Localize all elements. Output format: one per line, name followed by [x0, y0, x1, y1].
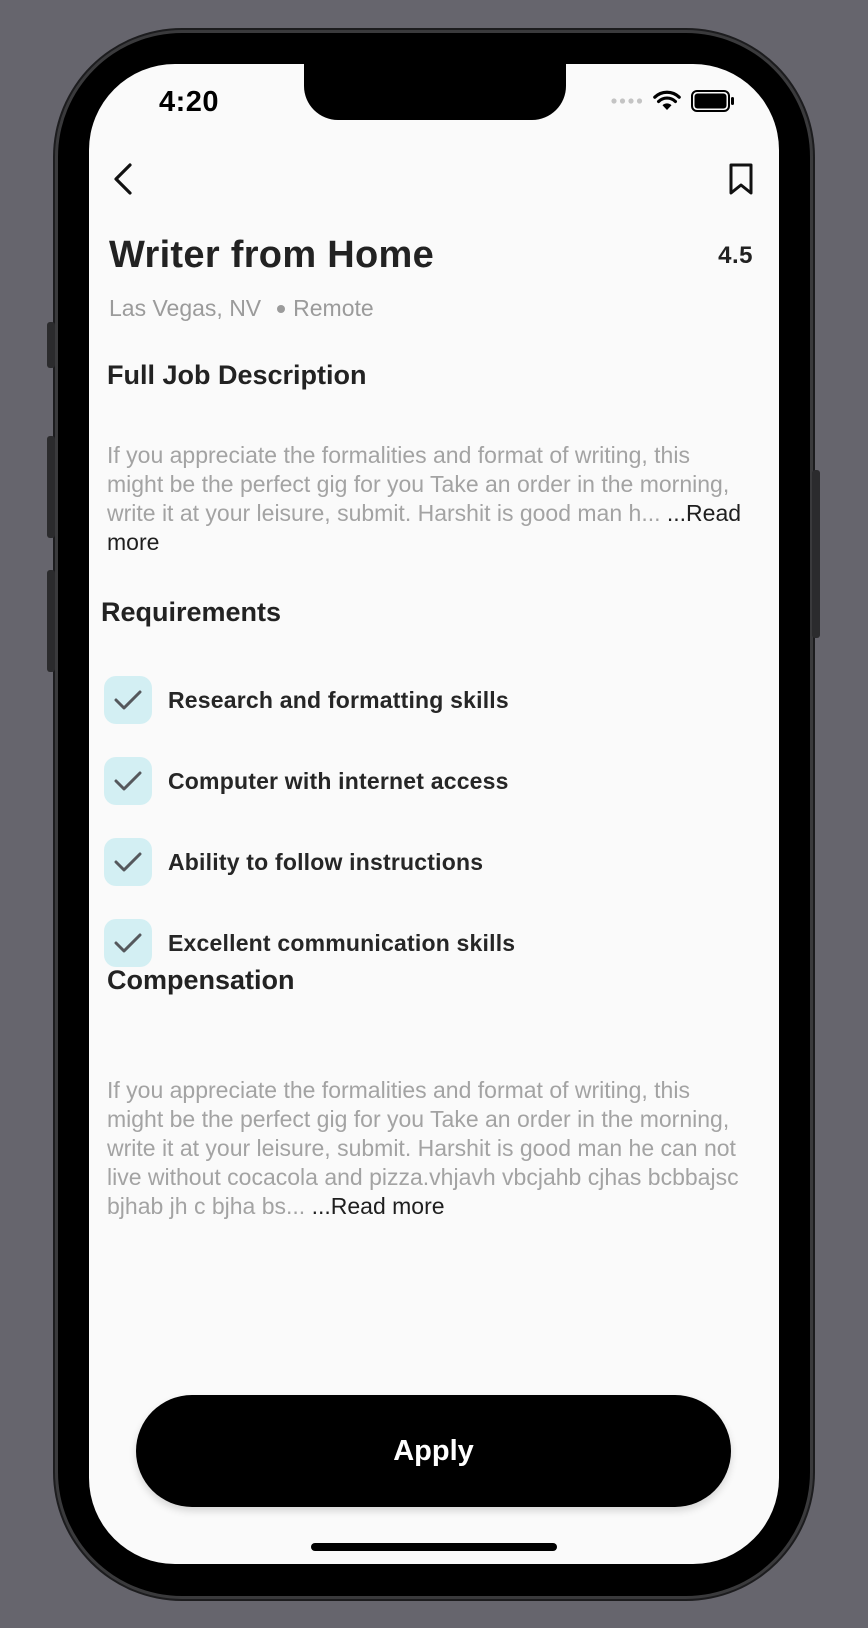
compensation-read-more-link[interactable]: ...Read more: [305, 1193, 445, 1219]
checkmark-icon: [114, 933, 142, 953]
description-text: If you appreciate the formalities and fo…: [107, 441, 747, 557]
checkbox[interactable]: [104, 676, 152, 724]
requirement-label: Excellent communication skills: [168, 929, 516, 956]
checkbox[interactable]: [104, 919, 152, 967]
home-indicator: [311, 1543, 557, 1551]
power-button: [812, 470, 820, 638]
checkmark-icon: [114, 852, 142, 872]
compensation-heading: Compensation: [107, 965, 295, 995]
requirement-item[interactable]: Research and formatting skills: [104, 676, 509, 724]
job-work-type: Remote: [293, 295, 374, 321]
description-heading: Full Job Description: [107, 360, 367, 390]
requirement-label: Research and formatting skills: [168, 686, 509, 713]
battery-icon: [691, 90, 734, 112]
status-icons: [611, 90, 735, 112]
job-location: Las Vegas, NV: [109, 295, 262, 321]
requirement-item[interactable]: Computer with internet access: [104, 757, 509, 805]
status-time: 4:20: [159, 86, 220, 118]
signal-dots-icon: [611, 98, 643, 104]
description-body: If you appreciate the formalities and fo…: [107, 442, 730, 526]
separator-dot: [277, 304, 286, 313]
mute-switch: [47, 322, 55, 368]
job-rating: 4.5: [718, 242, 753, 269]
wifi-icon: [653, 90, 681, 110]
checkbox[interactable]: [104, 757, 152, 805]
volume-down-button: [47, 570, 55, 672]
requirement-item[interactable]: Ability to follow instructions: [104, 838, 483, 886]
notch: [304, 64, 566, 120]
checkbox[interactable]: [104, 838, 152, 886]
checkmark-icon: [114, 771, 142, 791]
job-meta: Las Vegas, NV Remote: [109, 295, 374, 322]
requirement-label: Ability to follow instructions: [168, 848, 484, 875]
requirements-heading: Requirements: [101, 597, 282, 627]
chevron-left-icon: [114, 163, 132, 195]
requirement-item[interactable]: Excellent communication skills: [104, 919, 515, 967]
volume-up-button: [47, 436, 55, 538]
app-screen: 4:20 Writer from Home 4.5 Las Vegas, NV …: [89, 64, 779, 1564]
back-button[interactable]: [103, 159, 143, 199]
requirement-label: Computer with internet access: [168, 767, 509, 794]
bookmark-icon: [729, 163, 753, 195]
compensation-text: If you appreciate the formalities and fo…: [107, 1076, 747, 1221]
checkmark-icon: [114, 690, 142, 710]
bookmark-button[interactable]: [721, 159, 761, 199]
apply-button[interactable]: Apply: [136, 1395, 731, 1507]
job-title: Writer from Home: [109, 234, 435, 276]
